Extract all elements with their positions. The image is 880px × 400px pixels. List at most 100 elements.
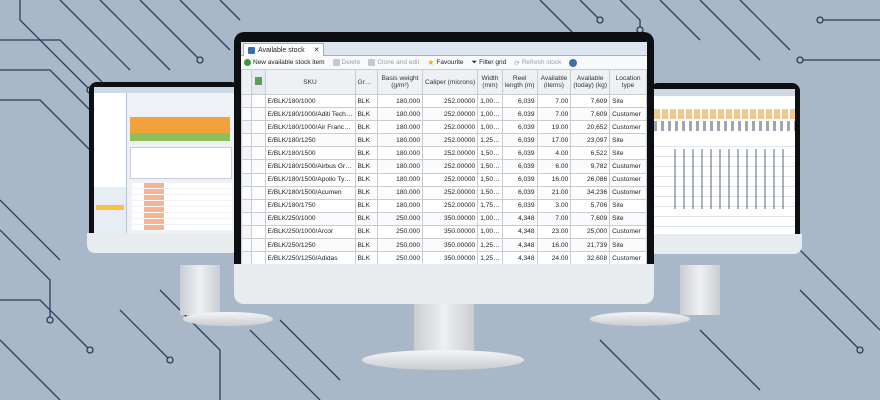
table-cell[interactable]: 21.00 <box>536 185 572 200</box>
table-cell[interactable]: 19.00 <box>536 120 572 135</box>
table-cell[interactable]: Site <box>609 238 647 253</box>
table-cell[interactable]: BLK <box>354 159 378 174</box>
column-header[interactable]: Width (mm) <box>477 69 503 95</box>
column-header[interactable]: Basis weight (g/m²) <box>377 69 423 95</box>
table-cell[interactable]: 4,348 <box>501 251 538 264</box>
table-cell[interactable]: 6,039 <box>501 185 538 200</box>
table-cell[interactable]: 16.00 <box>536 172 572 187</box>
table-cell[interactable]: 17.00 <box>536 133 572 148</box>
table-cell[interactable]: BLK <box>354 224 378 240</box>
row-indicator[interactable] <box>241 172 253 187</box>
table-cell[interactable]: 252.00000 <box>421 172 479 187</box>
table-cell[interactable]: 180.000 <box>377 159 423 174</box>
table-cell[interactable]: Customer <box>609 107 647 122</box>
row-selector[interactable] <box>251 146 266 161</box>
row-selector[interactable] <box>251 198 266 213</box>
column-header[interactable]: Available (items) <box>536 69 572 95</box>
table-cell[interactable]: 1,000.0 <box>477 93 503 109</box>
table-cell[interactable]: 252.00000 <box>421 93 479 109</box>
row-indicator[interactable] <box>241 224 253 240</box>
row-selector[interactable] <box>251 224 266 240</box>
table-cell[interactable]: 4,348 <box>501 238 538 253</box>
table-cell[interactable]: Site <box>609 133 647 148</box>
table-cell[interactable]: 250.000 <box>377 251 423 264</box>
table-cell[interactable]: BLK <box>354 107 378 122</box>
table-cell[interactable]: E/BLK/250/1250 <box>264 238 356 253</box>
table-cell[interactable]: 9,782 <box>570 159 611 174</box>
table-cell[interactable]: 1,500.0 <box>477 172 503 187</box>
table-cell[interactable]: 350.00000 <box>421 251 479 264</box>
table-cell[interactable]: 32,608 <box>570 251 611 264</box>
table-cell[interactable]: E/BLK/250/1000 <box>264 211 356 226</box>
table-cell[interactable]: 250.000 <box>377 238 423 253</box>
table-cell[interactable]: E/BLK/180/1500/Acumen <box>264 185 356 200</box>
table-cell[interactable]: 6,039 <box>501 159 538 174</box>
table-cell[interactable]: 4.00 <box>536 146 572 161</box>
table-row[interactable]: E/BLK/180/1750 BLK 180.000 252.00000 1,750.0… <box>241 198 647 213</box>
column-header[interactable]: SKU <box>264 69 356 95</box>
table-cell[interactable]: Customer <box>609 185 647 200</box>
table-cell[interactable]: BLK <box>354 133 378 148</box>
table-cell[interactable]: 25,000 <box>570 224 611 240</box>
row-indicator[interactable] <box>241 146 253 161</box>
table-cell[interactable]: E/BLK/250/1250/Adidas <box>264 251 356 264</box>
favourite-button[interactable]: ★ Favourite <box>427 58 463 67</box>
refresh-stock-button[interactable]: ⟳ Refresh stock <box>514 59 561 67</box>
table-cell[interactable]: 26,086 <box>570 172 611 187</box>
table-cell[interactable]: 1,000.0 <box>477 211 503 226</box>
filter-grid-button[interactable]: ⏷ Filter grid <box>472 59 507 67</box>
table-cell[interactable]: 3.00 <box>536 198 572 213</box>
table-cell[interactable]: 252.00000 <box>421 198 479 213</box>
new-stock-item-button[interactable]: New available stock item <box>244 59 325 66</box>
table-cell[interactable]: Site <box>609 146 647 161</box>
table-cell[interactable]: 7.00 <box>536 107 572 122</box>
table-cell[interactable]: 250.000 <box>377 211 423 226</box>
table-cell[interactable]: 252.00000 <box>421 159 479 174</box>
table-cell[interactable]: 7,609 <box>570 107 611 122</box>
column-chooser-header[interactable] <box>251 69 266 95</box>
table-cell[interactable]: 1,250.0 <box>477 133 503 148</box>
table-cell[interactable]: 23.00 <box>536 224 572 240</box>
table-cell[interactable]: 23,097 <box>570 133 611 148</box>
table-cell[interactable]: E/BLK/180/1500/Apollo Tyres <box>264 172 356 187</box>
table-cell[interactable]: E/BLK/180/1000/Air France-… <box>264 120 356 135</box>
table-cell[interactable]: Customer <box>609 159 647 174</box>
table-cell[interactable]: 16.00 <box>536 238 572 253</box>
row-indicator[interactable] <box>241 238 253 253</box>
column-header[interactable]: Reel length (m) <box>501 69 538 95</box>
table-cell[interactable]: 6,039 <box>501 107 538 122</box>
row-indicator[interactable] <box>241 185 253 200</box>
table-cell[interactable]: Customer <box>609 172 647 187</box>
table-cell[interactable]: 252.00000 <box>421 185 479 200</box>
table-cell[interactable]: 21,739 <box>570 238 611 253</box>
column-header[interactable]: Caliper (microns) <box>421 69 479 95</box>
column-header[interactable]: Location type <box>609 69 647 95</box>
table-cell[interactable]: BLK <box>354 198 378 213</box>
table-row[interactable]: E/BLK/180/1500/Apollo Tyres BLK 180.000 252… <box>241 172 647 187</box>
table-cell[interactable]: 1,750.0 <box>477 198 503 213</box>
row-indicator[interactable] <box>241 159 253 174</box>
table-row[interactable]: E/BLK/180/1250 BLK 180.000 252.00000 1,250.0… <box>241 133 647 148</box>
table-cell[interactable]: E/BLK/180/1000 <box>264 93 356 109</box>
row-indicator[interactable] <box>241 120 253 135</box>
table-cell[interactable]: BLK <box>354 93 378 109</box>
table-row[interactable]: E/BLK/180/1000/Aditi Techn… BLK 180.000 252… <box>241 107 647 122</box>
table-cell[interactable]: 1,500.0 <box>477 185 503 200</box>
row-selector[interactable] <box>251 107 266 122</box>
row-selector[interactable] <box>251 159 266 174</box>
row-indicator[interactable] <box>241 251 253 264</box>
table-cell[interactable]: 6,039 <box>501 120 538 135</box>
table-cell[interactable]: 252.00000 <box>421 107 479 122</box>
table-row[interactable]: E/BLK/180/1500 BLK 180.000 252.00000 1,500.0… <box>241 146 647 161</box>
table-cell[interactable]: BLK <box>354 238 378 253</box>
row-indicator[interactable] <box>241 211 253 226</box>
table-cell[interactable]: 6,039 <box>501 198 538 213</box>
table-cell[interactable]: 24.00 <box>536 251 572 264</box>
table-cell[interactable]: 180.000 <box>377 172 423 187</box>
help-button[interactable] <box>569 58 578 67</box>
row-indicator[interactable] <box>241 93 253 109</box>
table-cell[interactable]: 180.000 <box>377 107 423 122</box>
row-selector[interactable] <box>251 93 266 109</box>
row-selector[interactable] <box>251 238 266 253</box>
row-selector[interactable] <box>251 172 266 187</box>
